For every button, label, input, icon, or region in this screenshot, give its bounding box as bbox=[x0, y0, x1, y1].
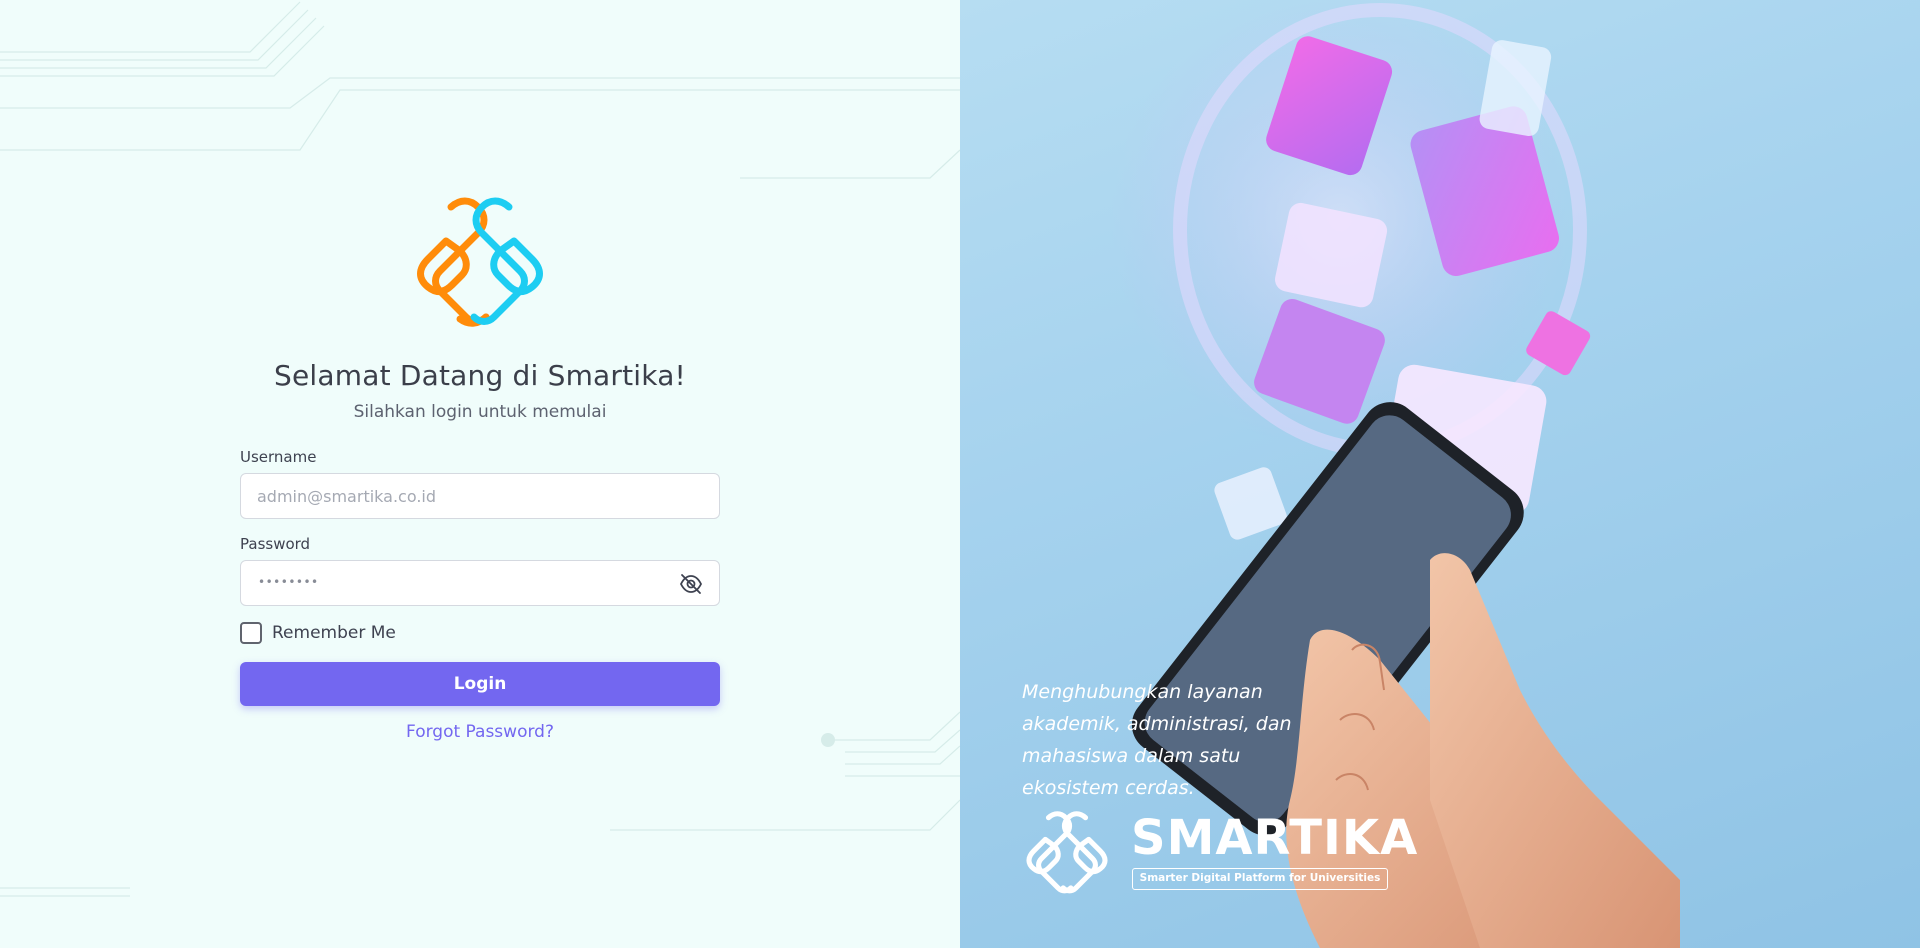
remember-me-checkbox[interactable] bbox=[240, 622, 262, 644]
password-field: Password •••••••• bbox=[240, 535, 720, 606]
hero-panel: Menghubungkan layanan akademik, administ… bbox=[960, 0, 1920, 948]
login-button[interactable]: Login bbox=[240, 662, 720, 706]
brand-subtitle: Smarter Digital Platform for Universitie… bbox=[1132, 868, 1388, 890]
eye-off-icon[interactable] bbox=[679, 573, 703, 595]
login-panel: Selamat Datang di Smartika! Silahkan log… bbox=[0, 0, 960, 948]
smartika-logo bbox=[388, 195, 572, 339]
smartika-brand-icon bbox=[1026, 811, 1108, 894]
username-label: Username bbox=[240, 448, 317, 466]
remember-me-row: Remember Me bbox=[240, 622, 720, 644]
forgot-password-link[interactable]: Forgot Password? bbox=[406, 722, 554, 742]
welcome-subtitle: Silahkan login untuk memulai bbox=[353, 402, 607, 422]
login-form: Selamat Datang di Smartika! Silahkan log… bbox=[240, 195, 720, 742]
brand-block: SMARTIKA Smarter Digital Platform for Un… bbox=[1008, 810, 1417, 910]
hero-tagline: Menghubungkan layanan akademik, administ… bbox=[1022, 681, 1292, 799]
password-input-box[interactable]: •••••••• bbox=[240, 560, 720, 606]
welcome-title: Selamat Datang di Smartika! bbox=[274, 359, 686, 392]
username-input-box bbox=[240, 473, 720, 519]
password-masked-value: •••••••• bbox=[258, 575, 319, 589]
remember-me-label[interactable]: Remember Me bbox=[272, 623, 396, 643]
password-label: Password bbox=[240, 535, 311, 553]
hero-illustration bbox=[1110, 0, 1680, 948]
username-input[interactable] bbox=[241, 474, 719, 518]
brand-name: SMARTIKA bbox=[1131, 810, 1419, 866]
username-field: Username bbox=[240, 448, 720, 519]
